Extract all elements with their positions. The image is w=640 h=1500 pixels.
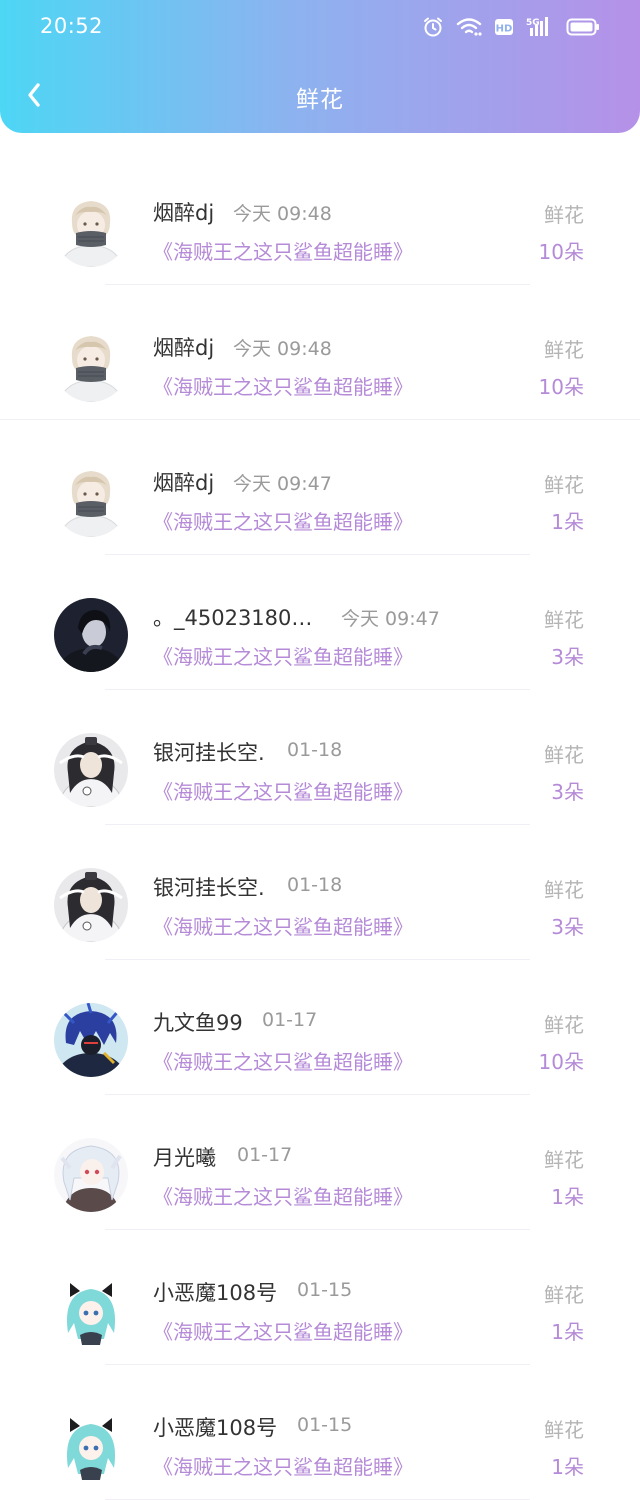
gift-count: 10朵: [538, 375, 584, 399]
book-title[interactable]: 《海贼王之这只鲨鱼超能睡》: [153, 1181, 413, 1210]
record-time: 01-18: [287, 874, 343, 896]
book-title[interactable]: 《海贼王之这只鲨鱼超能睡》: [153, 641, 413, 670]
flower-record-list: 烟醉dj 今天 09:48 《海贼王之这只鲨鱼超能睡》 鲜花 10朵 烟醉dj 今天 09…: [0, 150, 640, 1500]
user-name[interactable]: 。_450231805...: [153, 602, 313, 632]
user-name[interactable]: 九文鱼99: [153, 1007, 243, 1037]
flower-record-row[interactable]: 烟醉dj 今天 09:48 《海贼王之这只鲨鱼超能睡》 鲜花 10朵: [0, 285, 640, 420]
avatar[interactable]: [54, 193, 128, 267]
gift-label: 鲜花: [544, 338, 584, 362]
status-time: 20:52: [40, 14, 104, 38]
record-time: 今天 09:47: [233, 473, 332, 495]
user-name[interactable]: 银河挂长空.: [153, 872, 265, 902]
avatar[interactable]: [54, 733, 128, 807]
record-time: 今天 09:47: [341, 608, 440, 630]
book-title[interactable]: 《海贼王之这只鲨鱼超能睡》: [153, 776, 413, 805]
wifi-icon: [456, 17, 482, 37]
book-title[interactable]: 《海贼王之这只鲨鱼超能睡》: [153, 371, 413, 400]
user-name[interactable]: 小恶魔108号: [153, 1412, 277, 1442]
avatar[interactable]: [54, 463, 128, 537]
avatar[interactable]: [54, 1408, 128, 1482]
user-name[interactable]: 银河挂长空.: [153, 737, 265, 767]
book-title[interactable]: 《海贼王之这只鲨鱼超能睡》: [153, 1316, 413, 1345]
gift-label: 鲜花: [544, 1013, 584, 1037]
gift-label: 鲜花: [544, 1283, 584, 1307]
record-time: 01-15: [297, 1414, 353, 1436]
book-title[interactable]: 《海贼王之这只鲨鱼超能睡》: [153, 911, 413, 940]
avatar[interactable]: [54, 1138, 128, 1212]
header-bar: 20:52 HD 5G 鲜花: [0, 0, 640, 133]
gift-count: 3朵: [551, 780, 584, 804]
record-time: 01-15: [297, 1279, 353, 1301]
avatar[interactable]: [54, 598, 128, 672]
gift-label: 鲜花: [544, 878, 584, 902]
book-title[interactable]: 《海贼王之这只鲨鱼超能睡》: [153, 1046, 413, 1075]
flower-record-row[interactable]: 银河挂长空. 01-18 《海贼王之这只鲨鱼超能睡》 鲜花 3朵: [0, 690, 640, 825]
5g-signal-icon: 5G: [526, 16, 554, 38]
gift-count: 10朵: [538, 240, 584, 264]
page-title: 鲜花: [296, 87, 344, 113]
gift-label: 鲜花: [544, 743, 584, 767]
avatar[interactable]: [54, 328, 128, 402]
avatar[interactable]: [54, 1003, 128, 1077]
flower-record-row[interactable]: 小恶魔108号 01-15 《海贼王之这只鲨鱼超能睡》 鲜花 1朵: [0, 1230, 640, 1365]
gift-count: 3朵: [551, 915, 584, 939]
gift-label: 鲜花: [544, 608, 584, 632]
gift-count: 1朵: [551, 510, 584, 534]
status-icons: HD 5G: [422, 16, 600, 38]
gift-count: 1朵: [551, 1185, 584, 1209]
book-title[interactable]: 《海贼王之这只鲨鱼超能睡》: [153, 236, 413, 265]
hd-icon: HD: [494, 17, 514, 37]
gift-count: 3朵: [551, 645, 584, 669]
record-time: 今天 09:48: [233, 338, 332, 360]
flower-record-row[interactable]: 小恶魔108号 01-15 《海贼王之这只鲨鱼超能睡》 鲜花 1朵: [0, 1365, 640, 1500]
alarm-icon: [422, 16, 444, 38]
record-time: 今天 09:48: [233, 203, 332, 225]
gift-label: 鲜花: [544, 473, 584, 497]
record-time: 01-17: [237, 1144, 293, 1166]
avatar[interactable]: [54, 1273, 128, 1347]
user-name[interactable]: 烟醉dj: [153, 467, 214, 497]
gift-label: 鲜花: [544, 1418, 584, 1442]
book-title[interactable]: 《海贼王之这只鲨鱼超能睡》: [153, 506, 413, 535]
user-name[interactable]: 小恶魔108号: [153, 1277, 277, 1307]
user-name[interactable]: 烟醉dj: [153, 332, 214, 362]
gift-label: 鲜花: [544, 203, 584, 227]
battery-icon: [566, 17, 600, 37]
gift-count: 1朵: [551, 1320, 584, 1344]
flower-record-row[interactable]: 。_450231805... 今天 09:47 《海贼王之这只鲨鱼超能睡》 鲜花 3朵: [0, 555, 640, 690]
record-time: 01-17: [262, 1009, 318, 1031]
flower-record-row[interactable]: 烟醉dj 今天 09:47 《海贼王之这只鲨鱼超能睡》 鲜花 1朵: [0, 420, 640, 555]
avatar[interactable]: [54, 868, 128, 942]
gift-count: 1朵: [551, 1455, 584, 1479]
gift-label: 鲜花: [544, 1148, 584, 1172]
flower-record-row[interactable]: 烟醉dj 今天 09:48 《海贼王之这只鲨鱼超能睡》 鲜花 10朵: [0, 150, 640, 285]
book-title[interactable]: 《海贼王之这只鲨鱼超能睡》: [153, 1451, 413, 1480]
flower-record-row[interactable]: 银河挂长空. 01-18 《海贼王之这只鲨鱼超能睡》 鲜花 3朵: [0, 825, 640, 960]
user-name[interactable]: 月光曦: [153, 1142, 216, 1172]
svg-text:HD: HD: [496, 24, 513, 35]
gift-count: 10朵: [538, 1050, 584, 1074]
user-name[interactable]: 烟醉dj: [153, 197, 214, 227]
flower-record-row[interactable]: 九文鱼99 01-17 《海贼王之这只鲨鱼超能睡》 鲜花 10朵: [0, 960, 640, 1095]
record-time: 01-18: [287, 739, 343, 761]
flower-record-row[interactable]: 月光曦 01-17 《海贼王之这只鲨鱼超能睡》 鲜花 1朵: [0, 1095, 640, 1230]
